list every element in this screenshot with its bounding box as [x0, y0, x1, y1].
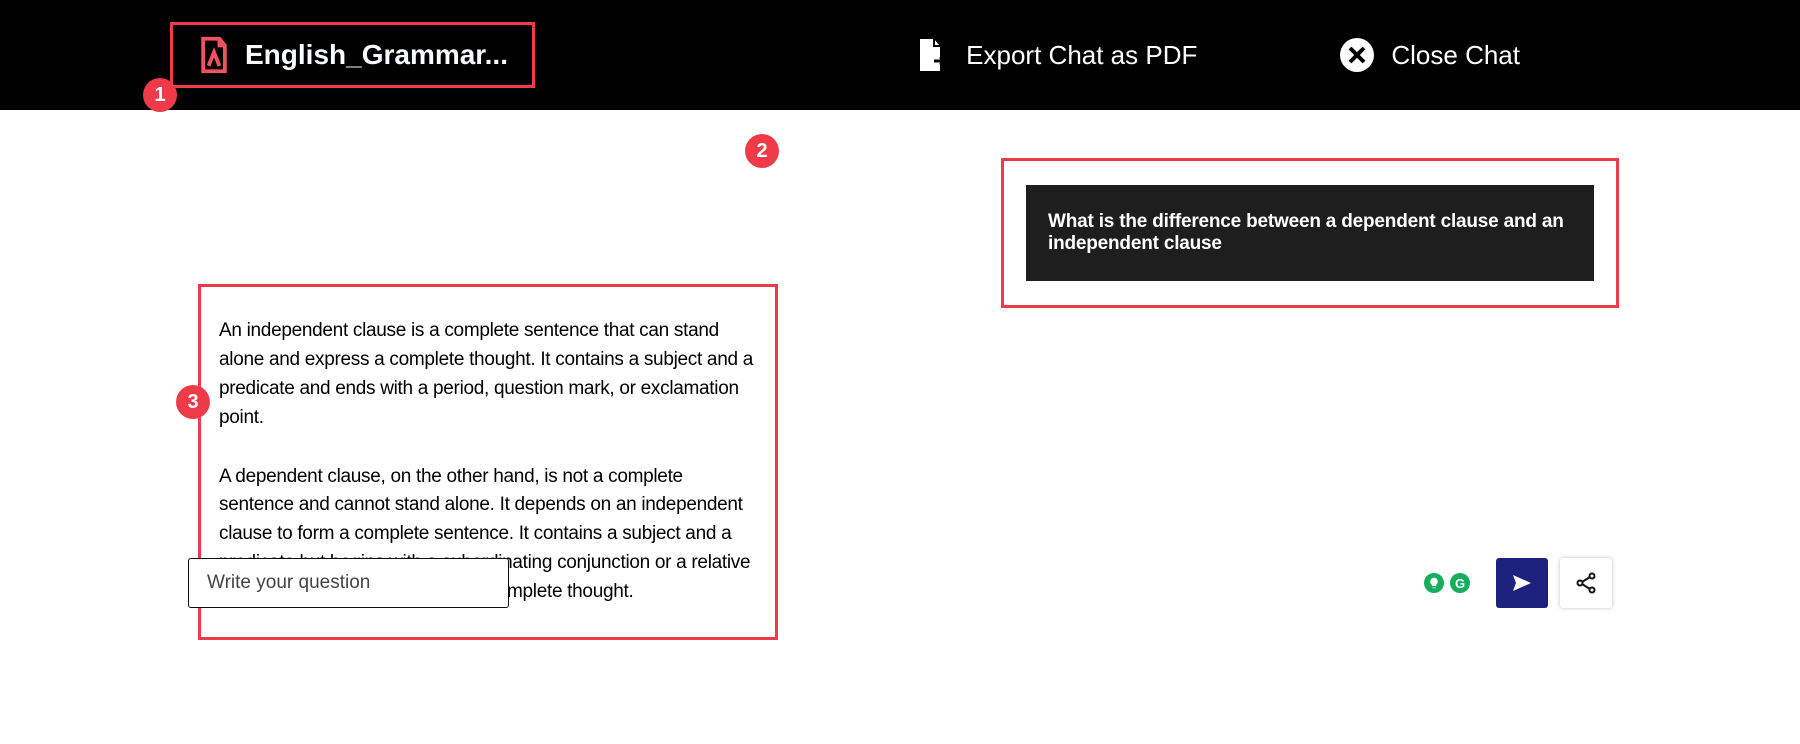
suggestion-bulb-icon[interactable] — [1424, 573, 1444, 593]
chat-area: 2 What is the difference between a depen… — [0, 110, 1800, 558]
pdf-file-icon — [197, 36, 231, 74]
user-message: What is the difference between a depende… — [1001, 158, 1619, 308]
close-icon — [1337, 35, 1377, 75]
app-header: English_Grammar... Export Chat as PDF Cl… — [0, 0, 1800, 110]
callout-badge-1: 1 — [143, 78, 177, 112]
document-title: English_Grammar... — [245, 39, 508, 71]
callout-badge-2: 2 — [745, 134, 779, 168]
assistant-paragraph-1: An independent clause is a complete sent… — [219, 317, 757, 433]
close-chat-button[interactable]: Close Chat — [1337, 35, 1520, 75]
input-inline-icons: G — [1424, 573, 1470, 593]
share-icon — [1574, 571, 1598, 595]
export-page-icon — [912, 35, 952, 75]
user-message-text: What is the difference between a depende… — [1026, 185, 1594, 281]
document-tab[interactable]: English_Grammar... — [170, 22, 535, 88]
callout-badge-3: 3 — [176, 385, 210, 419]
send-icon — [1510, 571, 1534, 595]
question-input-wrap: G — [188, 558, 1484, 608]
export-pdf-label: Export Chat as PDF — [966, 40, 1197, 71]
question-input[interactable] — [188, 558, 509, 608]
send-button[interactable] — [1496, 558, 1548, 608]
export-pdf-button[interactable]: Export Chat as PDF — [912, 35, 1197, 75]
grammarly-icon[interactable]: G — [1450, 573, 1470, 593]
close-chat-label: Close Chat — [1391, 40, 1520, 71]
composer-row: G — [0, 558, 1800, 744]
share-button[interactable] — [1560, 558, 1612, 608]
